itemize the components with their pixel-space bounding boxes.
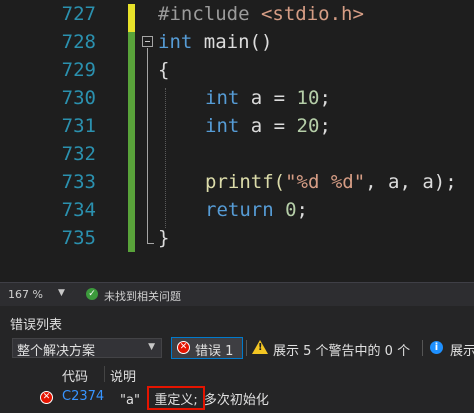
warning-icon: !	[252, 340, 268, 354]
error-list-panel: 错误列表 整个解决方案 ▼ ✕ 错误 1 ! 展示 5 个警告中的 0 个 i …	[0, 306, 474, 413]
code-line-731[interactable]: int a = 20;	[205, 112, 331, 140]
function-call: printf(	[205, 171, 286, 193]
fold-region-line	[147, 48, 148, 244]
return-keyword: return	[205, 199, 274, 221]
string-literal: "%d %d"	[285, 171, 366, 193]
errors-filter-label: 错误 1	[195, 344, 234, 359]
statement-end: ;	[296, 199, 308, 221]
column-header-code[interactable]: 代码	[62, 366, 88, 385]
statement-end: ;	[319, 87, 331, 109]
statement-end: ;	[319, 115, 331, 137]
check-circle-icon: ✓	[86, 288, 98, 300]
zoom-dropdown-icon[interactable]: ▼	[58, 288, 65, 298]
code-line-729[interactable]: {	[158, 56, 169, 84]
toolbar-divider	[246, 340, 247, 356]
preprocessor-directive: #include	[158, 3, 250, 25]
line-number: 730	[61, 87, 96, 109]
number-literal: 20	[296, 115, 320, 137]
panel-title: 错误列表	[10, 318, 63, 333]
code-line-730[interactable]: int a = 10;	[205, 84, 331, 112]
column-header-description[interactable]: 说明	[110, 366, 136, 385]
editor-gutter: 727 728 729 730 731 732 733 734 735	[0, 0, 128, 282]
collapse-toggle-icon[interactable]	[142, 36, 153, 47]
editor-status-strip: 167 % ▼ ✓ 未找到相关问题	[0, 282, 474, 306]
code-line-734[interactable]: return 0;	[205, 196, 308, 224]
line-number: 734	[61, 199, 96, 221]
error-code-link[interactable]: C2374	[62, 389, 104, 404]
error-icon: ✕	[177, 341, 190, 354]
call-arguments: , a, a);	[365, 171, 457, 193]
info-icon: i	[430, 341, 443, 354]
function-signature: main()	[203, 31, 273, 53]
line-number: 727	[61, 3, 96, 25]
annotation-highlight-box	[147, 386, 205, 410]
line-number: 735	[61, 227, 96, 249]
code-line-728[interactable]: int main()	[158, 28, 272, 56]
zoom-level[interactable]: 167 %	[8, 288, 43, 301]
column-divider[interactable]	[104, 366, 105, 382]
type-keyword: int	[205, 87, 240, 109]
change-tracking-bar	[128, 4, 135, 252]
include-header: <stdio.h>	[260, 3, 364, 25]
code-line-727[interactable]: #include <stdio.h>	[158, 0, 364, 28]
line-number: 728	[61, 31, 96, 53]
line-number: 733	[61, 171, 96, 193]
issues-status-text[interactable]: 未找到相关问题	[104, 288, 181, 304]
declaration-text: a =	[250, 87, 297, 109]
number-literal: 10	[296, 87, 320, 109]
indent-guide	[165, 88, 166, 228]
line-number: 729	[61, 59, 96, 81]
warnings-filter-label: 展示 5 个警告中的 0 个	[273, 344, 411, 359]
open-brace: {	[158, 59, 170, 81]
declaration-text: a =	[250, 115, 297, 137]
toolbar-divider	[422, 340, 423, 356]
error-row[interactable]: ✕ C2374 "a" 重定义; 多次初始化	[0, 386, 474, 410]
errors-filter-button[interactable]: ✕ 错误 1	[171, 337, 243, 359]
code-editor[interactable]: 727 728 729 730 731 732 733 734 735 #inc…	[0, 0, 474, 282]
code-line-735[interactable]: }	[158, 224, 169, 252]
line-number: 731	[61, 115, 96, 137]
close-brace: }	[158, 227, 170, 249]
error-icon: ✕	[40, 391, 53, 404]
description-prefix: "a"	[120, 393, 140, 408]
code-line-733[interactable]: printf("%d %d", a, a);	[205, 168, 457, 196]
scope-dropdown[interactable]: 整个解决方案 ▼	[12, 338, 162, 359]
unsaved-change-marker	[128, 4, 135, 32]
number-literal: 0	[285, 199, 297, 221]
scope-value: 整个解决方案	[17, 344, 96, 359]
type-keyword: int	[205, 115, 240, 137]
messages-filter-label: 展示	[450, 344, 474, 359]
chevron-down-icon: ▼	[148, 342, 155, 352]
type-keyword: int	[158, 31, 193, 53]
column-header-row: 代码 说明	[0, 364, 474, 385]
fold-region-end	[147, 243, 154, 244]
description-rest: 多次初始化	[203, 393, 269, 408]
line-number: 732	[61, 143, 96, 165]
